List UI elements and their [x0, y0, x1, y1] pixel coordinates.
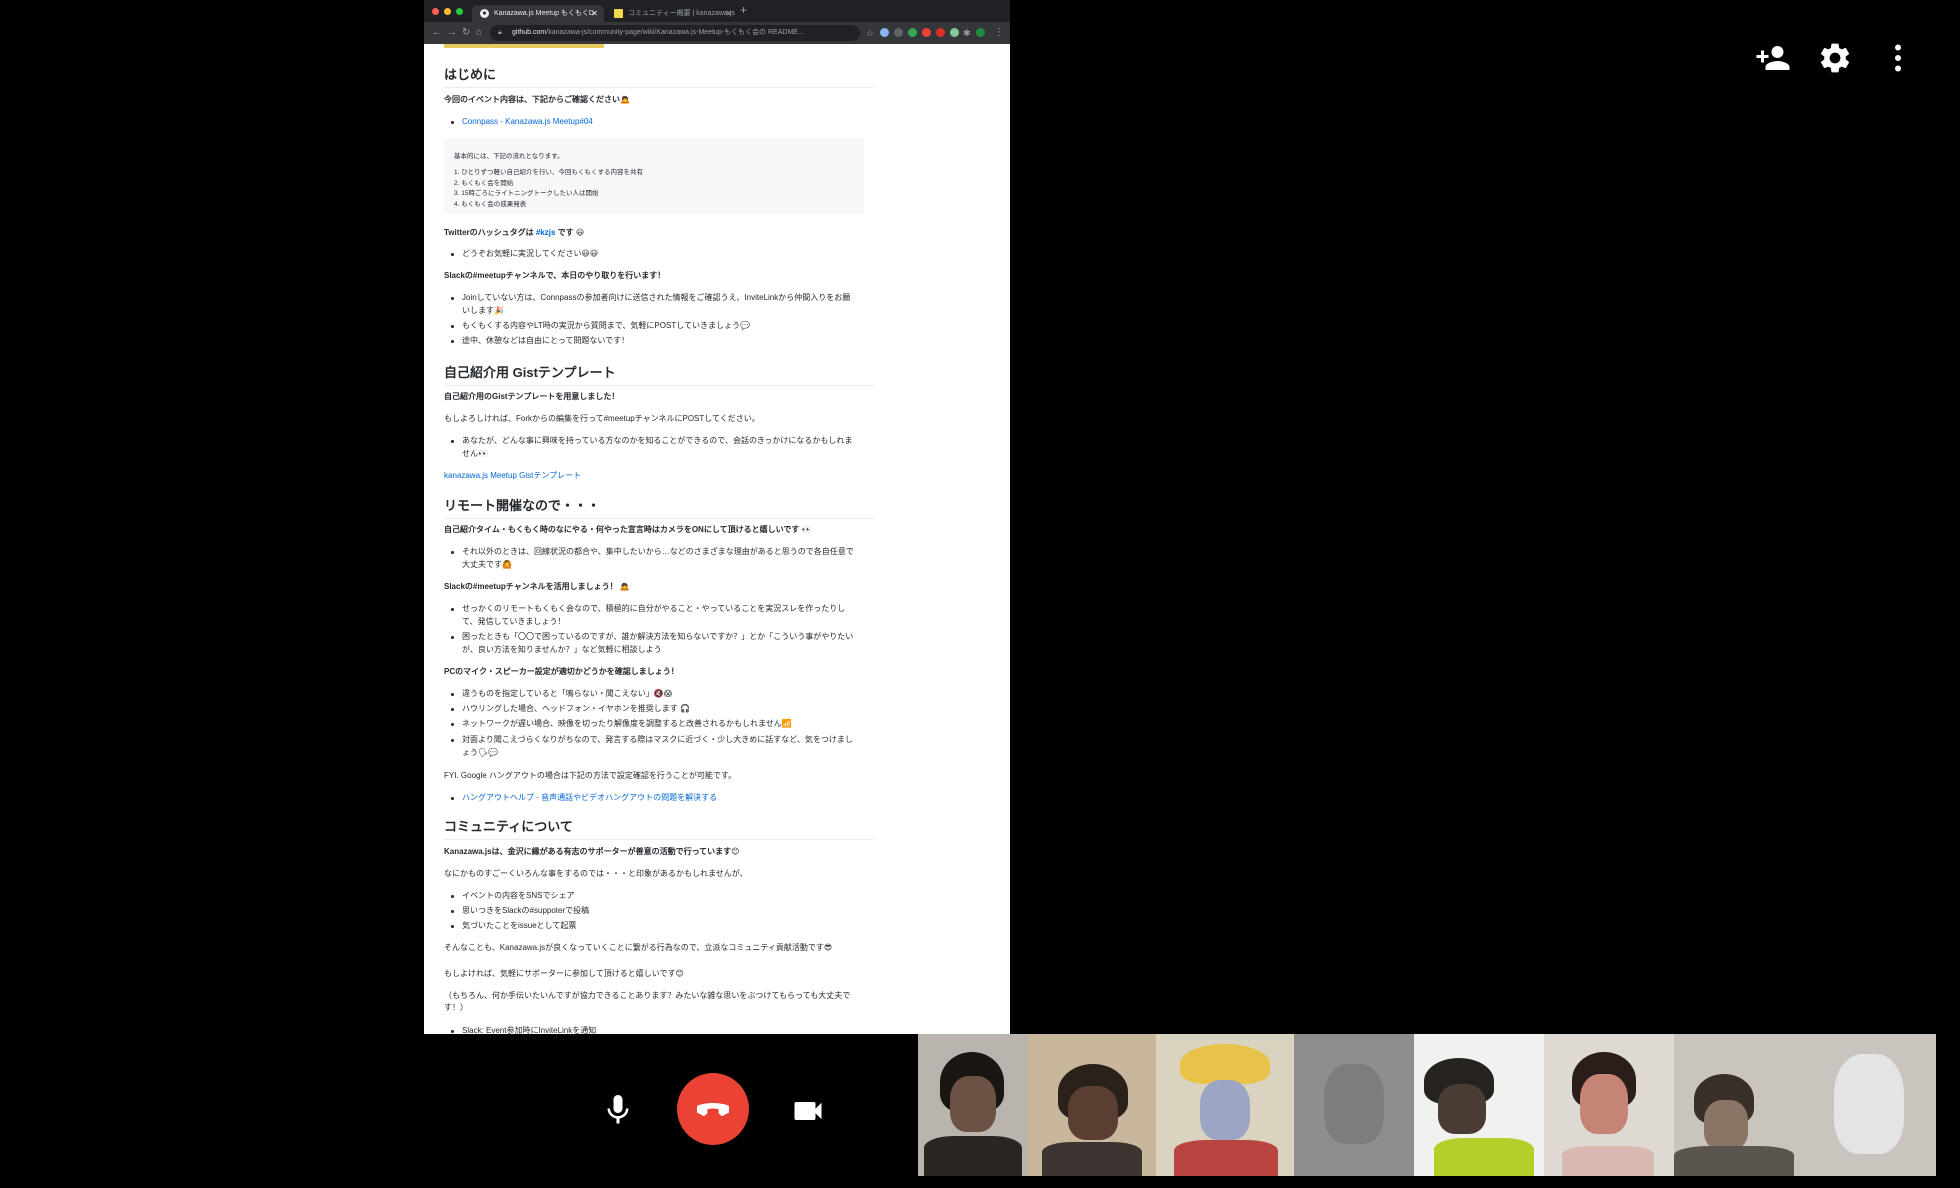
closing-text: （もちろん、何か手伝いたいんですが協力できることあります？みたいな雑な思いをぶつ… [444, 991, 851, 1012]
camera-heading: 自己紹介タイム・もくもく時のなにやる・何やった宣言時はカメラをONにして頂けると… [444, 525, 812, 534]
hangout-help-link[interactable]: ハングアウトヘルプ - 音声通話やビデオハングアウトの問題を解決する [451, 792, 854, 805]
list-item: イベントの内容をSNSでシェア [451, 890, 854, 903]
participant-tile[interactable] [1414, 1034, 1544, 1176]
closing-text: もしよければ、気軽にサポーターに参加して頂けると嬉しいです😊 [444, 969, 684, 978]
person-add-icon [1756, 46, 1790, 70]
extension-icon[interactable] [922, 28, 931, 37]
flow-code-block: 基本的には、下記の流れとなります。 1. ひとりずつ軽い自己紹介を行い、今回もく… [444, 138, 864, 214]
participant-strip [918, 1034, 1936, 1176]
pc-heading: PCのマイク・スピーカー設定が適切かどうかを確認しましょう！ [444, 667, 679, 676]
flow-step: 4. もくもく会の成果発表 [454, 200, 527, 208]
reload-icon[interactable]: ↻ [462, 25, 470, 41]
slack-heading: Slackの#meetupチャンネルで、本日のやり取りを行います！ [444, 271, 666, 280]
microphone-button[interactable] [600, 1090, 636, 1130]
list-item: Slack: Event参加時にInviteLinkを通知 [451, 1025, 854, 1034]
closing-text: そんなことも、Kanazawa.jsが良くなっていくことに繋がる行為なので、立派… [444, 943, 833, 952]
list-item: あなたが、どんな事に興味を持っている方なのかを知ることができるので、会話のきっか… [451, 435, 854, 460]
gist-text: もしよろしければ、Forkからの編集を行って#meetupチャンネルにPOSTし… [444, 414, 760, 423]
twitter-hashtag-text: Twitterのハッシュタグは #kzjs です 😃 [444, 228, 585, 237]
js-icon [614, 9, 623, 18]
tab-community-overview[interactable]: コミュニティー概要 | kanazawa.js ✕ [606, 5, 738, 22]
list-item: 困ったときも「〇〇で困っているのですが、誰か解決方法を知らないですか？」とか「こ… [451, 631, 854, 656]
settings-button[interactable] [1817, 40, 1853, 76]
highlight-bar [444, 44, 604, 48]
list-item: 対面より聞こえづらくなりがちなので、発言する際はマスクに近づく・少し大きめに話す… [451, 734, 854, 759]
heading-gist: 自己紹介用 Gistテンプレート [444, 362, 874, 386]
flow-step: 2. もくもく会を開始 [454, 179, 514, 187]
close-tab-icon[interactable]: ✕ [725, 5, 732, 22]
extensions-puzzle-icon[interactable]: ✱ [963, 25, 971, 41]
participant-tile[interactable] [1294, 1034, 1414, 1176]
more-options-button[interactable] [1880, 40, 1916, 76]
community-text: なにかものすごーくいろんな事をするのでは・・・と印象があるかもしれませんが、 [444, 869, 748, 878]
forward-icon[interactable]: → [447, 25, 457, 41]
list-item: 思いつきをSlackの#suppoterで投稿 [451, 905, 854, 918]
home-icon[interactable]: ⌂ [476, 25, 482, 41]
maximize-window-icon[interactable] [456, 8, 463, 15]
list-item: ハウリングした場合、ヘッドフォン・イヤホンを推奨します 🎧 [451, 703, 854, 716]
github-icon: ● [480, 9, 489, 18]
extension-icon[interactable] [894, 28, 903, 37]
close-tab-icon[interactable]: ✕ [591, 5, 598, 22]
add-people-button[interactable] [1755, 40, 1791, 76]
lock-icon: 🔒︎ [498, 29, 502, 36]
shared-screen: ● Kanazawa.js Meetup もくもくD ✕ コミュニティー概要 |… [424, 0, 1010, 1034]
flow-title: 基本的には、下記の流れとなります。 [454, 153, 564, 160]
list-item: 違うものを指定していると「鳴らない・聞こえない」🔇😱 [451, 688, 854, 701]
heading-community: コミュニティについて [444, 816, 874, 840]
flow-step: 3. 15時ごろにライトニングトークしたい人は開始 [454, 190, 599, 197]
gist-template-link[interactable]: kanazawa.js Meetup Gistテンプレート [444, 470, 854, 482]
list-item: それ以外のときは、回線状況の都合や、集中したいから…などのさまざまな理由があると… [451, 546, 854, 571]
gear-icon [1820, 43, 1850, 73]
camera-button[interactable] [790, 1093, 826, 1129]
close-window-icon[interactable] [432, 8, 439, 15]
list-item: Joinしていない方は、Connpassの参加者向けに送信された情報をご確認うえ… [451, 292, 854, 317]
extension-icon[interactable] [950, 28, 959, 37]
browser-tab-bar: ● Kanazawa.js Meetup もくもくD ✕ コミュニティー概要 |… [424, 0, 1010, 22]
bookmark-star-icon[interactable]: ☆ [866, 25, 874, 41]
profile-avatar[interactable] [976, 28, 985, 37]
list-item: どうぞお気軽に実況してください😃😃 [451, 248, 854, 261]
participant-tile[interactable] [1674, 1034, 1936, 1176]
extension-icon[interactable] [880, 28, 889, 37]
back-icon[interactable]: ← [432, 25, 442, 41]
extension-icon[interactable] [936, 28, 945, 37]
fyi-text: FYI. Google ハングアウトの場合は下記の方法で設定確認を行うことが可能… [444, 771, 737, 780]
flow-step: 1. ひとりずつ軽い自己紹介を行い、今回もくもくする内容を共有 [454, 169, 644, 176]
tab-kanazawa-meetup[interactable]: ● Kanazawa.js Meetup もくもくD ✕ [472, 5, 604, 22]
participant-tile[interactable] [1544, 1034, 1674, 1176]
gist-heading: 自己紹介用のGistテンプレートを用意しました！ [444, 392, 620, 401]
participant-tile[interactable] [1028, 1034, 1156, 1176]
more-vert-icon [1895, 44, 1901, 72]
wiki-page-content: はじめに 今回のイベント内容は、下記からご確認ください🙇 Connpass - … [444, 44, 874, 1034]
participant-tile[interactable] [918, 1034, 1028, 1176]
community-heading: Kanazawa.jsは、金沢に縁がある有志のサポーターが善意の活動で行っていま… [444, 847, 740, 856]
microphone-icon [607, 1095, 629, 1124]
list-item: もくもくする内容やLT時の実況から質問まで、気軽にPOSTしていきましょう💬 [451, 320, 854, 333]
list-item: 気づいたことをissueとして起票 [451, 920, 854, 933]
slack2-heading: Slackの#meetupチャンネルを活用しましょう！ 🙇 [444, 582, 630, 591]
list-item: せっかくのリモートもくもく会なので、積極的に自分がやること・やっていることを実況… [451, 603, 854, 628]
heading-remote: リモート開催なので・・・ [444, 495, 874, 519]
participant-tile[interactable] [1156, 1034, 1294, 1176]
minimize-window-icon[interactable] [444, 8, 451, 15]
browser-toolbar: ← → ↻ ⌂ 🔒︎ github.com/kanazawa-js/commun… [424, 22, 1010, 44]
phone-hangup-icon [697, 1103, 729, 1116]
flow-steps: 1. ひとりずつ軽い自己紹介を行い、今回もくもくする内容を共有 2. もくもく会… [454, 168, 643, 210]
new-tab-icon[interactable]: + [740, 3, 747, 17]
hashtag-link[interactable]: #kzjs [536, 228, 556, 237]
list-item: ネットワークが遅い場合、映像を切ったり解像度を調整すると改善されるかもしれません… [451, 718, 854, 731]
videocam-icon [794, 1102, 822, 1120]
extension-icon[interactable] [908, 28, 917, 37]
intro-text: 今回のイベント内容は、下記からご確認ください🙇 [444, 95, 630, 104]
connpass-link[interactable]: Connpass - Kanazawa.js Meetup#04 [451, 116, 854, 129]
hang-up-button[interactable] [677, 1073, 749, 1145]
list-item: 途中、休憩などは自由にとって問題ないです！ [451, 335, 854, 348]
heading-intro: はじめに [444, 64, 874, 88]
address-bar[interactable]: 🔒︎ github.com/kanazawa-js/community-page… [490, 25, 860, 41]
browser-menu-icon[interactable]: ⋮ [994, 25, 1004, 41]
